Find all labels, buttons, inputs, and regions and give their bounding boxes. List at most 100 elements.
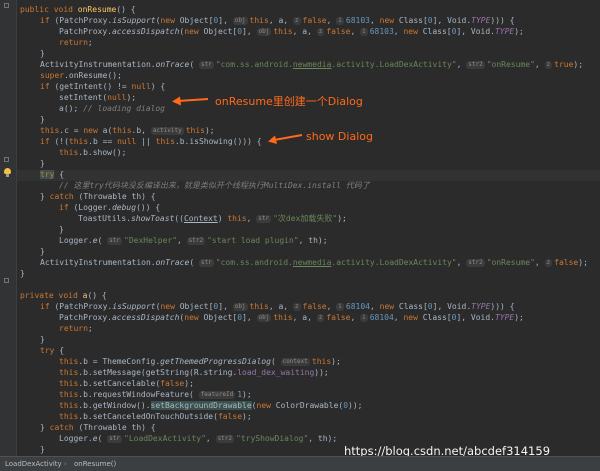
- parameter-hint: obj: [232, 303, 248, 311]
- code-line[interactable]: Logger.e( str "DexHelper", str2 "start loa…: [59, 235, 328, 246]
- code-token: private void: [20, 291, 83, 300]
- code-token: false: [554, 258, 579, 267]
- code-line[interactable]: } catch (Throwable th) {: [40, 422, 156, 433]
- code-token: try: [40, 170, 55, 179]
- code-token: this: [59, 368, 79, 377]
- code-token: .b.getWindow().: [78, 401, 151, 410]
- code-line[interactable]: Logger.e( str "LoadDexActivity", str2 "try…: [59, 433, 337, 444]
- code-line[interactable]: }: [20, 268, 25, 279]
- code-token: ||: [141, 137, 156, 146]
- code-token: this: [249, 302, 269, 311]
- code-token: new: [160, 16, 180, 25]
- fold-marker-icon[interactable]: [4, 3, 9, 8]
- code-editor[interactable]: public void onResume() {if (PatchProxy.i…: [0, 0, 600, 456]
- breadcrumb-method[interactable]: onResume(): [74, 457, 116, 471]
- code-token: TYPE: [494, 313, 515, 322]
- code-line[interactable]: if (getIntent() != null) {: [40, 81, 165, 92]
- breadcrumb-bar: LoadDexActivity › onResume(): [0, 456, 600, 471]
- code-token: Class[: [422, 27, 452, 36]
- code-line[interactable]: this.b.getWindow().setBackgroundDrawable…: [59, 400, 362, 411]
- code-line[interactable]: this.b.setCancelable(false);: [59, 378, 194, 389]
- code-token: ,: [326, 302, 337, 311]
- breadcrumb-class[interactable]: LoadDexActivity: [5, 457, 62, 471]
- code-token: PatchProxy.: [59, 27, 112, 36]
- editor-gutter[interactable]: [0, 0, 17, 456]
- code-line[interactable]: super.onResume();: [40, 70, 122, 81]
- code-line[interactable]: }: [40, 246, 45, 257]
- code-line[interactable]: }: [59, 224, 64, 235]
- code-token: "tryShowDialog": [236, 434, 309, 443]
- code-token: ActivityInstrumentation.: [40, 60, 156, 69]
- code-token: ,: [350, 313, 361, 322]
- code-token: "com.ss.android.: [215, 258, 293, 267]
- code-line[interactable]: this.c = new a(this.b, activity this);: [40, 125, 215, 136]
- code-token: 68104: [345, 302, 370, 311]
- code-line[interactable]: // 这里try代码块没反编译出来，就是类似开个线程执行MultiDex.ins…: [59, 180, 370, 191]
- code-token: 68104: [369, 313, 394, 322]
- code-line[interactable]: }: [40, 114, 45, 125]
- code-token: this: [273, 313, 293, 322]
- code-line[interactable]: } catch (Throwable th) {: [40, 191, 156, 202]
- code-line[interactable]: }: [40, 158, 45, 169]
- code-token: newmedia: [292, 258, 332, 267]
- code-line[interactable]: a(); // loading dialog: [59, 103, 165, 114]
- code-line[interactable]: }: [40, 48, 45, 59]
- code-token: this: [59, 401, 79, 410]
- code-token: Class[: [422, 313, 452, 322]
- code-token: this: [59, 412, 79, 421]
- code-token: Object[: [179, 16, 214, 25]
- code-token: this: [112, 126, 132, 135]
- code-token: ], Void.: [456, 313, 495, 322]
- code-line[interactable]: if (PatchProxy.isSupport(new Object[0], …: [40, 15, 515, 26]
- code-line[interactable]: if (PatchProxy.isSupport(new Object[0], …: [40, 301, 515, 312]
- code-token: ,: [246, 214, 257, 223]
- code-line[interactable]: private void a() {: [20, 290, 107, 301]
- code-line[interactable]: ToastUtils.showToast((Context) this, str…: [78, 213, 347, 224]
- code-token: Class[: [398, 16, 428, 25]
- code-line[interactable]: if (Logger.debug()) {: [59, 202, 160, 213]
- code-token: }: [40, 115, 45, 124]
- code-line[interactable]: this.b = ThemeConfig.getThemedProgressDi…: [59, 356, 341, 367]
- code-line[interactable]: this.b.show();: [59, 147, 126, 158]
- code-token: "com.ss.android.: [215, 60, 293, 69]
- code-line[interactable]: PatchProxy.accessDispatch(new Object[0],…: [59, 312, 524, 323]
- code-token: this: [249, 16, 269, 25]
- code-line[interactable]: return;: [59, 323, 93, 334]
- code-line[interactable]: setIntent(null);: [59, 92, 136, 103]
- code-token: catch: [49, 423, 79, 432]
- code-token: );: [514, 313, 524, 322]
- code-line[interactable]: this.b.setMessage(getString(R.string.loa…: [59, 367, 329, 378]
- code-token: this: [155, 137, 175, 146]
- code-token: ,: [534, 60, 545, 69]
- code-line[interactable]: try {: [40, 169, 64, 180]
- code-line[interactable]: ActivityInstrumentation.onTrace( str "com…: [40, 59, 583, 70]
- code-token: (Throwable th) {: [78, 192, 156, 201]
- code-line[interactable]: public void onResume() {: [20, 4, 136, 15]
- code-line[interactable]: if (!(this.b == null || this.b.isShowing…: [40, 136, 262, 147]
- code-line[interactable]: PatchProxy.accessDispatch(new Object[0],…: [59, 26, 524, 37]
- code-line[interactable]: this.b.requestWindowFeature( featureId 1)…: [59, 389, 252, 400]
- code-token: this: [311, 357, 332, 366]
- parameter-hint: i: [336, 303, 344, 311]
- breadcrumb-separator: ›: [64, 460, 67, 468]
- code-line[interactable]: }: [40, 444, 45, 455]
- fold-marker-icon[interactable]: [4, 157, 9, 162]
- lightbulb-icon[interactable]: [4, 168, 11, 177]
- code-token: {: [59, 346, 65, 355]
- code-token: ,: [205, 434, 216, 443]
- code-token: );: [337, 214, 347, 223]
- parameter-hint: str2: [466, 259, 485, 267]
- fold-marker-icon[interactable]: [4, 278, 9, 283]
- code-line[interactable]: this.b.setCanceledOnTouchOutside(false);: [59, 411, 252, 422]
- code-line[interactable]: try {: [40, 345, 64, 356]
- code-token: if: [40, 302, 55, 311]
- code-line[interactable]: }: [40, 334, 45, 345]
- annotation-arrow-icon: [268, 134, 303, 144]
- code-token: "LoadDexActivity": [124, 434, 206, 443]
- code-token: , th);: [298, 236, 328, 245]
- code-line[interactable]: return;: [59, 37, 93, 48]
- code-line[interactable]: ActivityInstrumentation.onTrace( str "com…: [40, 257, 588, 268]
- code-token: if: [40, 82, 55, 91]
- code-token: Context: [183, 214, 218, 223]
- code-token: public void: [20, 5, 78, 14]
